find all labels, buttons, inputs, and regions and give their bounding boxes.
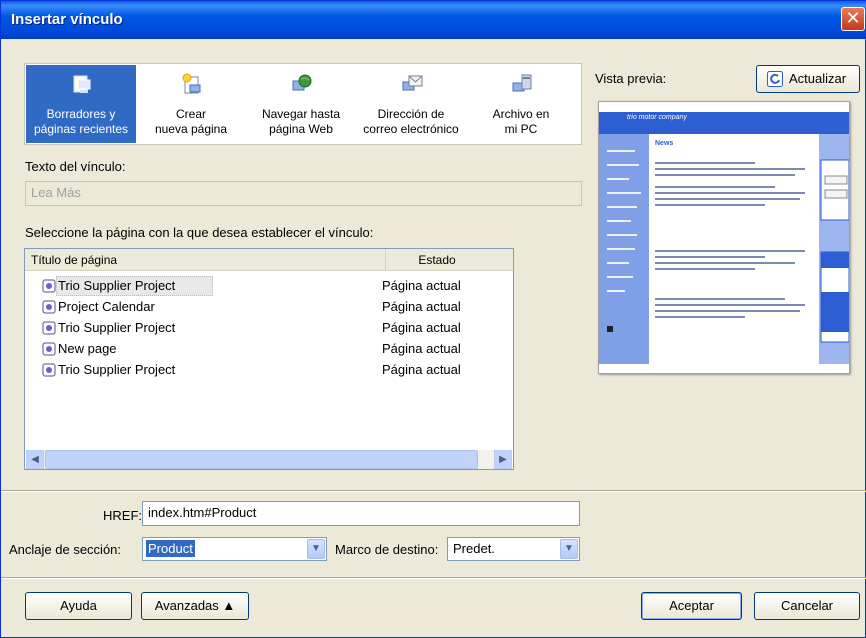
email-address-icon [402, 75, 423, 91]
close-icon: ✕ [845, 8, 861, 28]
preview-label: Vista previa: [595, 71, 667, 86]
link-type-browse-web[interactable]: Navegar hasta página Web [246, 65, 356, 143]
browse-web-page-icon [292, 74, 312, 91]
title-bar: Insertar vínculo ✕ [1, 1, 866, 39]
file-on-my-pc-icon [512, 74, 532, 92]
href-field[interactable]: index.htm#Product [142, 501, 580, 526]
chevron-down-icon[interactable]: ▼ [560, 539, 578, 559]
table-row[interactable]: Trio Supplier Project Página actual [25, 360, 513, 381]
table-row[interactable]: Project Calendar Página actual [25, 297, 513, 318]
refresh-label: Actualizar [789, 71, 847, 86]
table-row[interactable]: New page Página actual [25, 339, 513, 360]
horizontal-scrollbar[interactable]: ◀ ▶ [26, 450, 512, 469]
page-preview: trio motor company News [598, 101, 850, 374]
page-status-cell: Página actual [382, 299, 461, 314]
page-icon [42, 279, 56, 293]
page-status-cell: Página actual [382, 341, 461, 356]
page-title-cell: Trio Supplier Project [58, 278, 176, 293]
ok-button[interactable]: Aceptar [641, 592, 742, 620]
section-anchor-label: Anclaje de sección: [9, 542, 122, 557]
link-type-label-line2: páginas recientes [33, 122, 129, 136]
page-list-header: Título de página Estado [25, 249, 513, 271]
link-type-label-line1: Borradores y [46, 107, 116, 121]
page-title-cell: Trio Supplier Project [58, 362, 176, 377]
section-anchor-select[interactable]: Product ▼ [142, 537, 327, 561]
link-type-email[interactable]: Dirección de correo electrónico [356, 65, 466, 143]
cancel-button[interactable]: Cancelar [754, 592, 860, 620]
link-type-label-line2: página Web [269, 122, 333, 136]
table-row[interactable]: Trio Supplier Project Página actual [25, 318, 513, 339]
column-header-title[interactable]: Título de página [25, 249, 386, 271]
chevron-down-icon[interactable]: ▼ [307, 539, 325, 559]
page-title-cell: New page [58, 341, 117, 356]
target-frame-select[interactable]: Predet. ▼ [447, 537, 580, 561]
page-icon [42, 342, 56, 356]
page-icon [42, 321, 56, 335]
scroll-right-button[interactable]: ▶ [494, 450, 512, 469]
page-icon [42, 363, 56, 377]
help-button[interactable]: Ayuda [25, 592, 132, 620]
insert-link-dialog: Insertar vínculo ✕ Borradores y páginas … [0, 0, 866, 638]
table-row[interactable]: Trio Supplier Project Página actual [25, 276, 513, 297]
preview-site-name: trio motor company [627, 114, 687, 121]
preview-news-heading: News [655, 140, 674, 147]
link-text-label: Texto del vínculo: [25, 159, 126, 174]
link-text-field[interactable]: Lea Más [25, 181, 582, 206]
href-label: HREF: [103, 508, 142, 523]
page-title-cell: Trio Supplier Project [58, 320, 176, 335]
separator [1, 577, 866, 579]
target-frame-label: Marco de destino: [335, 542, 439, 557]
create-new-page-icon [182, 73, 201, 94]
link-type-create-page[interactable]: Crear nueva página [136, 65, 246, 143]
link-type-file-pc[interactable]: Archivo en mi PC [466, 65, 576, 143]
column-header-status[interactable]: Estado [387, 249, 487, 271]
link-type-label-line1: Archivo en [492, 107, 550, 121]
page-list[interactable]: Título de página Estado Trio Supplier Pr… [24, 248, 514, 470]
page-title-cell: Project Calendar [58, 299, 155, 314]
page-status-cell: Página actual [382, 362, 461, 377]
link-type-label-line2: mi PC [504, 122, 538, 136]
page-icon [42, 300, 56, 314]
target-frame-value: Predet. [453, 541, 495, 556]
link-type-label-line1: Navegar hasta [261, 107, 341, 121]
advanced-button[interactable]: Avanzadas ▲ [141, 592, 249, 620]
link-type-label-line1: Crear [175, 107, 206, 121]
refresh-icon [767, 71, 783, 87]
link-type-drafts-recent[interactable]: Borradores y páginas recientes [26, 65, 136, 143]
page-status-cell: Página actual [382, 320, 461, 335]
close-button[interactable]: ✕ [841, 7, 865, 31]
refresh-button[interactable]: Actualizar [756, 65, 860, 93]
preview-thumbnail [599, 102, 849, 373]
scroll-left-button[interactable]: ◀ [26, 450, 44, 469]
page-status-cell: Página actual [382, 278, 461, 293]
link-type-label-line2: nueva página [154, 122, 228, 136]
dialog-title: Insertar vínculo [11, 11, 123, 28]
section-anchor-value: Product [146, 540, 195, 557]
scroll-thumb[interactable] [45, 450, 478, 469]
link-type-bar: Borradores y páginas recientes Crear nue… [24, 63, 582, 145]
link-type-label-line1: Dirección de [377, 107, 445, 121]
link-type-label-line2: correo electrónico [363, 122, 459, 136]
drafts-recent-pages-icon [73, 75, 91, 93]
separator [1, 490, 866, 492]
page-select-label: Seleccione la página con la que desea es… [25, 225, 374, 240]
